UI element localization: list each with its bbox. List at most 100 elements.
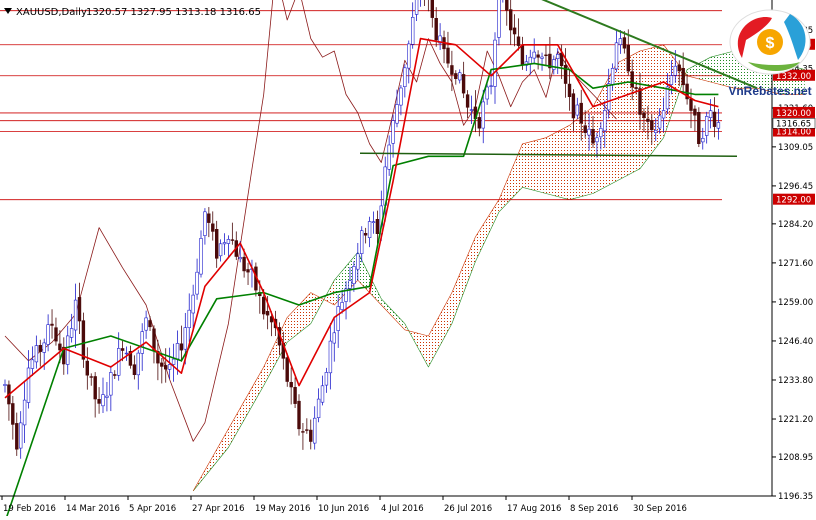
candle-body bbox=[18, 422, 23, 449]
candle-body bbox=[579, 102, 583, 124]
logo-emblem-icon: $ bbox=[729, 9, 811, 75]
candle-body bbox=[89, 376, 93, 378]
candle-body bbox=[242, 256, 246, 272]
cloud-segment bbox=[546, 125, 570, 200]
candle-body bbox=[211, 223, 215, 232]
candle-body bbox=[681, 68, 685, 86]
candle-body bbox=[316, 398, 321, 419]
candle-body bbox=[516, 36, 521, 46]
candle-body bbox=[320, 385, 325, 403]
candle-body bbox=[520, 45, 525, 65]
candle-body bbox=[610, 68, 615, 86]
candle-body bbox=[54, 327, 58, 342]
candle-body bbox=[363, 233, 368, 236]
candle-body bbox=[461, 74, 466, 94]
candle-body bbox=[167, 364, 172, 370]
candle-body bbox=[454, 73, 458, 79]
price-tick-label: 1246.40 bbox=[778, 337, 813, 347]
candle-body bbox=[657, 115, 662, 129]
price-tick-label: 1271.60 bbox=[778, 259, 813, 269]
candle-body bbox=[109, 372, 113, 396]
candle-body bbox=[642, 112, 646, 118]
candle-body bbox=[328, 340, 333, 374]
candle-body bbox=[179, 343, 184, 351]
cloud-segment bbox=[522, 137, 546, 194]
candle-body bbox=[160, 362, 164, 367]
candle-body bbox=[622, 37, 627, 49]
candle-body bbox=[716, 122, 721, 129]
candle-body bbox=[367, 221, 372, 239]
candle-body bbox=[140, 331, 144, 354]
candle-body bbox=[148, 320, 152, 328]
candle-body bbox=[356, 253, 360, 270]
candle-body bbox=[477, 117, 481, 129]
candle-body bbox=[289, 381, 293, 388]
candle-body bbox=[11, 403, 15, 425]
price-level-tag-label: 1320.00 bbox=[776, 109, 811, 119]
candle-body bbox=[101, 394, 105, 407]
time-tick-label: 4 Jul 2016 bbox=[381, 504, 424, 514]
candle-body bbox=[704, 116, 709, 136]
candle-body bbox=[446, 47, 450, 64]
chart-window: 1346.851334.351321.601309.051296.451284.… bbox=[0, 0, 816, 520]
candle-body bbox=[226, 239, 231, 244]
candle-body bbox=[532, 51, 536, 59]
candle-body bbox=[650, 120, 654, 131]
price-tick-label: 1196.35 bbox=[778, 492, 813, 502]
candle-body bbox=[540, 56, 544, 59]
candle-body bbox=[352, 266, 356, 284]
candle-body bbox=[665, 86, 670, 110]
candle-body bbox=[450, 65, 454, 75]
candle-body bbox=[120, 348, 125, 351]
candle-body bbox=[430, 0, 434, 18]
candle-body bbox=[434, 17, 438, 41]
candle-body bbox=[661, 110, 666, 119]
candle-body bbox=[587, 128, 591, 136]
candle-body bbox=[3, 384, 7, 386]
candle-body bbox=[183, 327, 187, 350]
candle-body bbox=[395, 104, 399, 124]
candle-body bbox=[348, 280, 352, 289]
svg-text:$: $ bbox=[766, 35, 775, 52]
candle-body bbox=[238, 257, 242, 260]
candle-body bbox=[332, 332, 336, 344]
candle-body bbox=[124, 352, 129, 355]
price-chart[interactable]: 1346.851334.351321.601309.051296.451284.… bbox=[0, 0, 816, 520]
candle-body bbox=[340, 302, 344, 310]
candle-body bbox=[297, 400, 301, 430]
candle-body bbox=[677, 64, 681, 72]
candle-body bbox=[669, 75, 674, 85]
candle-body bbox=[614, 42, 619, 70]
candle-body bbox=[536, 54, 540, 58]
candle-body bbox=[599, 128, 603, 138]
candle-body bbox=[132, 364, 137, 376]
price-tick-label: 1208.95 bbox=[778, 453, 813, 463]
symbol-label: XAUUSD,Daily bbox=[16, 7, 87, 18]
candle-body bbox=[93, 376, 97, 400]
time-tick-label: 19 Feb 2016 bbox=[3, 504, 56, 514]
price-tick-label: 1221.20 bbox=[778, 415, 813, 425]
candle-body bbox=[46, 324, 50, 345]
time-tick-label: 17 Aug 2016 bbox=[507, 504, 561, 514]
price-tick-label: 1309.05 bbox=[778, 143, 813, 153]
time-tick-label: 27 Apr 2016 bbox=[192, 504, 245, 514]
time-tick-label: 14 Mar 2016 bbox=[66, 504, 120, 514]
candle-body bbox=[544, 54, 548, 57]
candle-body bbox=[701, 138, 705, 143]
candle-body bbox=[583, 125, 587, 133]
candle-body bbox=[457, 72, 462, 81]
candle-body bbox=[105, 395, 109, 398]
candle-body bbox=[465, 94, 470, 108]
candle-body bbox=[481, 101, 485, 129]
candle-body bbox=[136, 352, 140, 376]
time-tick-label: 10 Jun 2016 bbox=[318, 504, 369, 514]
candle-body bbox=[26, 367, 31, 403]
candle-body bbox=[630, 71, 634, 88]
candle-body bbox=[712, 111, 717, 127]
candle-body bbox=[199, 238, 203, 275]
candle-body bbox=[30, 359, 35, 369]
candle-body bbox=[626, 44, 631, 72]
price-tick-label: 1233.80 bbox=[778, 376, 813, 386]
candle-body bbox=[399, 87, 403, 106]
candle-body bbox=[603, 110, 607, 132]
